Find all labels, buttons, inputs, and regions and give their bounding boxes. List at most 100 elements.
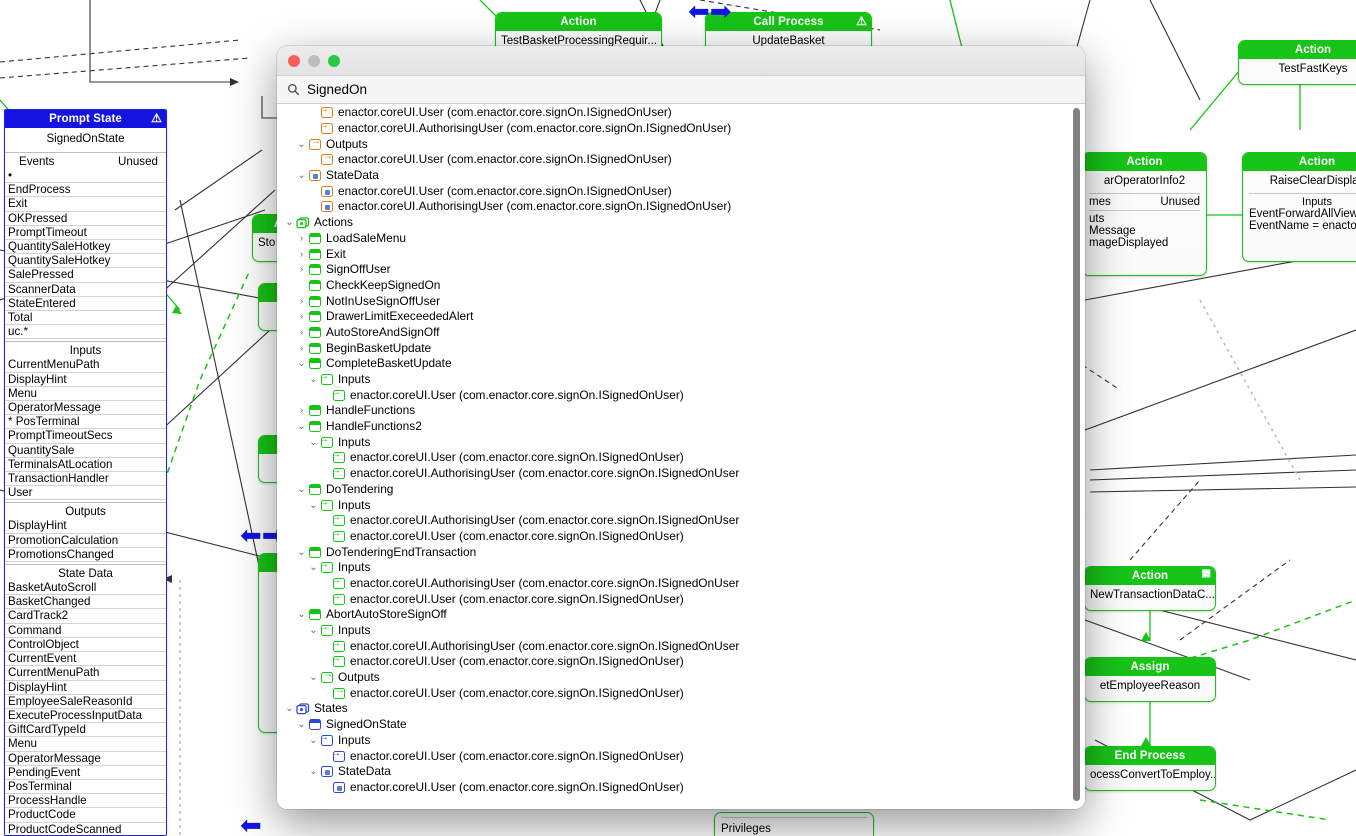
tree-row[interactable]: CheckKeepSignedOn bbox=[277, 278, 1085, 294]
tree-row[interactable]: enactor.coreUI.User (com.enactor.core.si… bbox=[277, 387, 1085, 403]
prompt-state-data-row[interactable]: BasketAutoScroll bbox=[5, 581, 166, 596]
prompt-state-data-row[interactable]: ExecuteProcessInputData bbox=[5, 709, 166, 724]
prompt-state-event-row[interactable]: • bbox=[5, 169, 166, 184]
tree-row[interactable]: › NotInUseSignOffUser bbox=[277, 293, 1085, 309]
chevron-right-icon[interactable]: › bbox=[295, 311, 308, 322]
tree-row[interactable]: enactor.coreUI.User (com.enactor.core.si… bbox=[277, 685, 1085, 701]
inputs-list[interactable]: CurrentMenuPath DisplayHint Menu OperatorMe… bbox=[5, 358, 166, 501]
tree-row[interactable]: ⌄ Outputs bbox=[277, 669, 1085, 686]
tree-row[interactable]: enactor.coreUI.AuthorisingUser (com.enac… bbox=[277, 638, 1085, 654]
prompt-state-panel[interactable]: Prompt State ⚠ SignedOnState Events Unus… bbox=[4, 109, 167, 836]
tree-row[interactable]: ⌄Inputs bbox=[277, 622, 1085, 639]
chevron-down-icon[interactable]: ⌄ bbox=[283, 703, 296, 714]
diagram-node-privileges[interactable]: Privileges bbox=[714, 812, 874, 836]
tree-row[interactable]: enactor.coreUI.User (com.enactor.core.si… bbox=[277, 151, 1085, 168]
diagram-node-clear-operator-info2[interactable]: Action arOperatorInfo2 mes Unused uts Me… bbox=[1082, 152, 1207, 276]
prompt-state-output-row[interactable]: PromotionCalculation bbox=[5, 534, 166, 548]
tree-row[interactable]: enactor.coreUI.User (com.enactor.core.si… bbox=[277, 183, 1085, 199]
chevron-right-icon[interactable]: › bbox=[295, 296, 308, 307]
prompt-state-data-row[interactable]: DisplayHint bbox=[5, 681, 166, 695]
prompt-state-event-row[interactable]: Exit bbox=[5, 197, 166, 212]
prompt-state-data-row[interactable]: ProductCodeScanned bbox=[5, 823, 166, 835]
chevron-down-icon[interactable]: ⌄ bbox=[307, 672, 320, 683]
tree-row[interactable]: enactor.coreUI.User (com.enactor.core.si… bbox=[277, 449, 1085, 466]
chevron-down-icon[interactable]: ⌄ bbox=[295, 484, 308, 495]
tree-row[interactable]: ⌄Inputs bbox=[277, 732, 1085, 749]
tree-row[interactable]: ⌄ StateData bbox=[277, 764, 1085, 780]
tree-row[interactable]: ⌄ States bbox=[277, 701, 1085, 717]
tree-row[interactable]: ⌄ AbortAutoStoreSignOff bbox=[277, 607, 1085, 623]
tree-row[interactable]: › Exit bbox=[277, 246, 1085, 262]
search-results-window[interactable]: enactor.coreUI.User (com.enactor.core.si… bbox=[277, 46, 1085, 809]
tree-row[interactable]: enactor.coreUI.AuthorisingUser (com.enac… bbox=[277, 575, 1085, 592]
chevron-down-icon[interactable]: ⌄ bbox=[295, 547, 308, 558]
prompt-state-input-row[interactable]: User bbox=[5, 486, 166, 501]
prompt-state-data-row[interactable]: OperatorMessage bbox=[5, 752, 166, 766]
results-tree[interactable]: enactor.coreUI.User (com.enactor.core.si… bbox=[277, 104, 1085, 795]
diagram-node-end-process[interactable]: End Process ocessConvertToEmploy... bbox=[1084, 746, 1216, 791]
prompt-state-data-row[interactable]: CurrentMenuPath bbox=[5, 666, 166, 681]
tree-row[interactable]: › SignOffUser bbox=[277, 262, 1085, 278]
diagram-node-new-transaction[interactable]: Action ▦ NewTransactionDataC... bbox=[1084, 566, 1216, 611]
tree-row[interactable]: ⌄ DoTendering bbox=[277, 482, 1085, 498]
prompt-state-data-row[interactable]: ControlObject bbox=[5, 638, 166, 653]
prompt-state-data-row[interactable]: BasketChanged bbox=[5, 595, 166, 610]
tree-row[interactable]: enactor.coreUI.AuthorisingUser (com.enac… bbox=[277, 199, 1085, 215]
events-list[interactable]: • EndProcess Exit OKPressed PromptTimeout Qua… bbox=[5, 169, 166, 340]
tree-row[interactable]: enactor.coreUI.AuthorisingUser (com.enac… bbox=[277, 512, 1085, 529]
prompt-state-input-row[interactable]: Menu bbox=[5, 387, 166, 402]
prompt-state-data-row[interactable]: GiftCardTypeId bbox=[5, 723, 166, 738]
prompt-state-input-row[interactable]: TransactionHandler bbox=[5, 472, 166, 487]
prompt-state-event-row[interactable]: OKPressed bbox=[5, 212, 166, 226]
diagram-node-test-fast-keys[interactable]: Action TestFastKeys bbox=[1238, 40, 1356, 85]
chevron-down-icon[interactable]: ⌄ bbox=[283, 217, 296, 228]
chevron-right-icon[interactable]: › bbox=[295, 405, 308, 416]
chevron-right-icon[interactable]: › bbox=[295, 327, 308, 338]
tree-row[interactable]: ⌄ DoTenderingEndTransaction bbox=[277, 544, 1085, 560]
tree-row[interactable]: enactor.coreUI.User (com.enactor.core.si… bbox=[277, 591, 1085, 607]
search-bar[interactable] bbox=[277, 76, 1085, 104]
tree-row[interactable]: › AutoStoreAndSignOff bbox=[277, 325, 1085, 341]
tree-row[interactable]: ⌄ HandleFunctions2 bbox=[277, 419, 1085, 435]
tree-row[interactable]: enactor.coreUI.User (com.enactor.core.si… bbox=[277, 780, 1085, 796]
tree-row[interactable]: enactor.coreUI.User (com.enactor.core.si… bbox=[277, 104, 1085, 121]
search-input[interactable] bbox=[307, 82, 1075, 97]
tree-row[interactable]: ⌄ Outputs bbox=[277, 136, 1085, 152]
prompt-state-data-row[interactable]: PosTerminal bbox=[5, 780, 166, 795]
prompt-state-data-row[interactable]: ProcessHandle bbox=[5, 794, 166, 809]
chevron-down-icon[interactable]: ⌄ bbox=[295, 719, 308, 730]
prompt-state-input-row[interactable]: OperatorMessage bbox=[5, 401, 166, 416]
chevron-down-icon[interactable]: ⌄ bbox=[295, 139, 308, 150]
tree-row[interactable]: enactor.coreUI.AuthorisingUser (com.enac… bbox=[277, 120, 1085, 137]
prompt-state-output-row[interactable]: PromotionsChanged bbox=[5, 548, 166, 563]
tree-row[interactable]: › BeginBasketUpdate bbox=[277, 340, 1085, 356]
zoom-button[interactable] bbox=[328, 54, 340, 67]
chevron-right-icon[interactable]: › bbox=[295, 233, 308, 244]
tree-row[interactable]: ⌄ StateData bbox=[277, 168, 1085, 184]
tree-row[interactable]: enactor.coreUI.AuthorisingUser (com.enac… bbox=[277, 465, 1085, 482]
tree-row[interactable]: ⌄Inputs bbox=[277, 434, 1085, 450]
diagram-node-assign-employee-reason[interactable]: Assign etEmployeeReason bbox=[1084, 657, 1216, 702]
prompt-state-input-row[interactable]: PromptTimeoutSecs bbox=[5, 429, 166, 444]
outputs-list[interactable]: DisplayHint PromotionCalculation Promotion… bbox=[5, 519, 166, 563]
tree-row[interactable]: ⌄ Actions bbox=[277, 215, 1085, 231]
prompt-state-event-row[interactable]: uc.* bbox=[5, 325, 166, 340]
prompt-state-event-row[interactable]: EndProcess bbox=[5, 183, 166, 198]
prompt-state-data-row[interactable]: Command bbox=[5, 624, 166, 638]
chevron-right-icon[interactable]: › bbox=[295, 264, 308, 275]
chevron-down-icon[interactable]: ⌄ bbox=[295, 609, 308, 620]
tree-row[interactable]: ⌄ SignedOnState bbox=[277, 717, 1085, 733]
prompt-state-event-row[interactable]: ScannerData bbox=[5, 283, 166, 297]
chevron-right-icon[interactable]: › bbox=[295, 343, 308, 354]
prompt-state-data-row[interactable]: PendingEvent bbox=[5, 766, 166, 780]
chevron-down-icon[interactable]: ⌄ bbox=[295, 358, 308, 369]
state-data-list[interactable]: BasketAutoScroll BasketChanged CardTrack2 C… bbox=[5, 581, 166, 835]
prompt-state-event-row[interactable]: StateEntered bbox=[5, 297, 166, 312]
prompt-state-event-row[interactable]: QuantitySaleHotkey bbox=[5, 254, 166, 269]
tree-row[interactable]: enactor.coreUI.User (com.enactor.core.si… bbox=[277, 653, 1085, 670]
tree-row[interactable]: ⌄Inputs bbox=[277, 371, 1085, 388]
chevron-down-icon[interactable]: ⌄ bbox=[295, 170, 308, 181]
prompt-state-input-row[interactable]: CurrentMenuPath bbox=[5, 358, 166, 373]
tree-row[interactable]: ⌄ CompleteBasketUpdate bbox=[277, 356, 1085, 372]
window-titlebar[interactable] bbox=[277, 46, 1085, 76]
